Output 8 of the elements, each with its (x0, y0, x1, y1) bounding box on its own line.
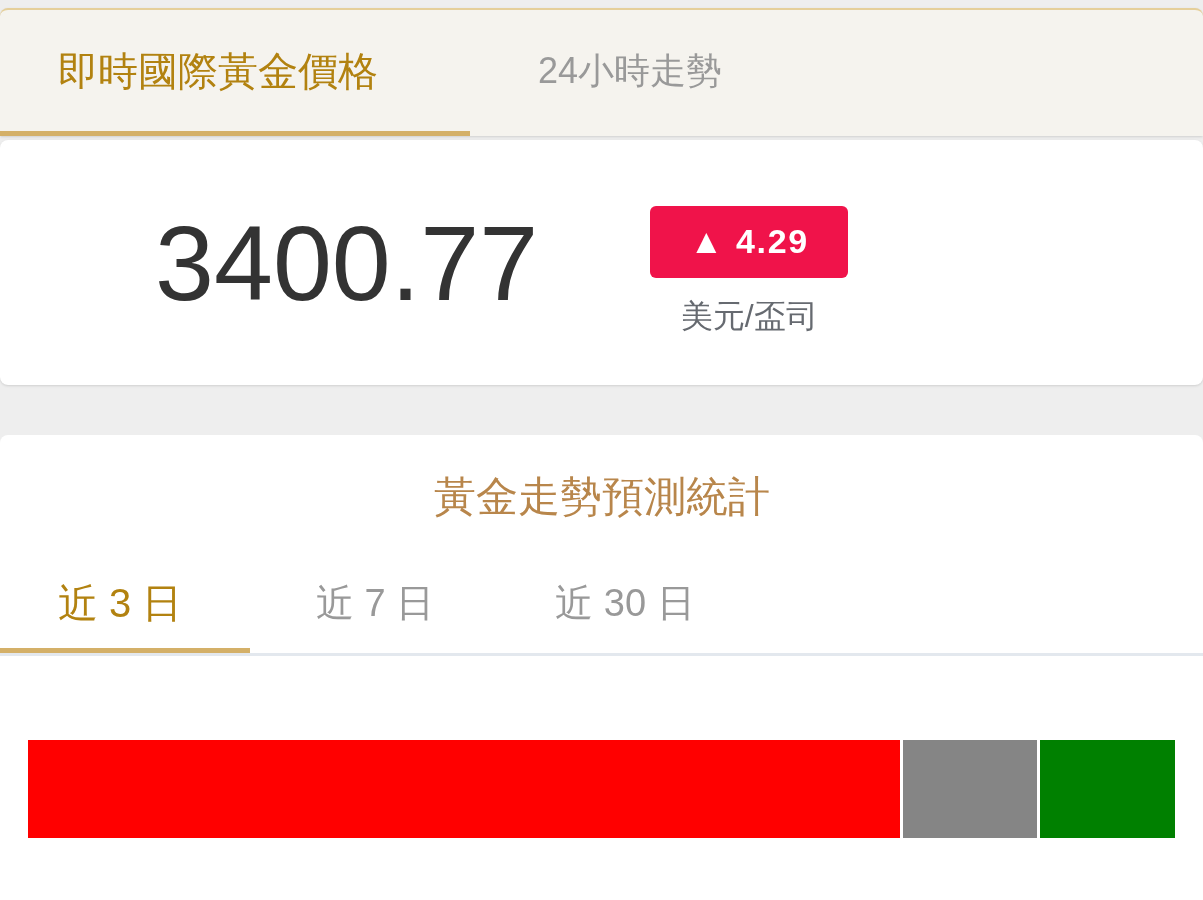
price-value: 3400.77 (155, 209, 539, 316)
period-tab[interactable]: 近 3 日 (0, 558, 250, 653)
unit-label: 美元/盃司 (680, 296, 818, 336)
period-tab[interactable]: 近 7 日 (250, 558, 500, 653)
change-badge: ▲ 4.29 (650, 205, 849, 278)
forecast-title: 黃金走勢預測統計 (433, 472, 770, 522)
period-tab[interactable]: 近 30 日 (500, 558, 750, 653)
tab[interactable]: 24小時走勢 (470, 10, 755, 136)
